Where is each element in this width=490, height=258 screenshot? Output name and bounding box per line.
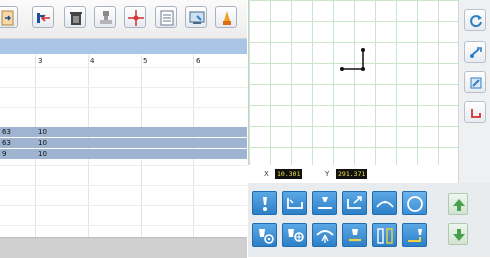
cell-col2: 10 [38,150,47,158]
path-point [340,67,344,71]
y-value: 291.371 [336,169,368,179]
path-corner-button[interactable] [282,191,307,215]
circle-icon [407,196,423,212]
coordinate-readout: X 10.301 Y 291.371 [248,165,457,183]
dispense-gear-alt-button[interactable] [282,223,307,247]
document-arrow-button[interactable] [0,6,18,28]
move-in-icon [37,13,50,23]
spray-icon [316,230,334,243]
x-label: X [264,170,269,178]
grid-header-bar [0,39,247,54]
arrow-up-icon [453,199,465,211]
row-divider [0,225,247,226]
move-up-button[interactable] [448,193,468,215]
arc-button[interactable] [372,191,397,215]
move-corner-icon [347,196,362,209]
refresh-button[interactable] [464,9,486,31]
tool-line-icon [318,197,332,209]
table-row[interactable]: 63 10 [0,127,247,137]
tool-point-icon [263,197,267,211]
column-header-3: 3 [38,57,43,65]
row-divider [0,185,247,186]
x-value: 10.301 [275,169,303,179]
arc-icon [376,200,394,208]
crosshair-icon [128,10,144,26]
row-divider [0,165,247,166]
row-divider [0,67,247,68]
path-point [361,67,365,71]
eraser-button[interactable] [464,71,486,93]
corner-fill-icon [408,229,422,242]
circle-button[interactable] [402,191,427,215]
warning-icon [223,11,231,25]
refresh-icon [470,15,482,28]
list-button[interactable] [155,6,177,28]
toolbar [0,0,247,39]
dispense-gear-button[interactable] [252,223,277,247]
stamp-icon [100,11,112,24]
corner-tool-icon [471,109,481,118]
shape-palette [248,183,490,257]
split-icon [377,228,393,244]
eraser-icon [470,77,482,89]
spray-button[interactable] [312,223,337,247]
trash-icon [70,12,82,25]
rotate-view-icon [470,47,482,58]
drawing-canvas[interactable] [248,0,458,165]
row-divider [0,87,247,88]
image-edit-icon [189,11,205,24]
split-button[interactable] [372,223,397,247]
stamp-button[interactable] [94,6,116,28]
delete-button[interactable] [64,6,86,28]
column-header-5: 5 [143,57,148,65]
cell-col1: 63 [2,128,11,136]
warning-button[interactable] [215,6,237,28]
crosshair-button[interactable] [124,6,146,28]
image-edit-button[interactable] [185,6,207,28]
move-down-button[interactable] [448,223,468,245]
dispense-gear-alt-icon [288,229,304,242]
cell-col2: 10 [38,128,47,136]
cell-col2: 10 [38,139,47,147]
column-header-4: 4 [90,57,95,65]
tool-point-button[interactable] [252,191,277,215]
table-row[interactable]: 9 10 [0,149,247,159]
document-arrow-icon [1,10,14,26]
side-panel [458,0,490,183]
y-label: Y [325,170,330,178]
row-divider [0,205,247,206]
arrow-down-icon [453,229,465,241]
fill-icon [349,229,361,242]
row-divider [0,107,247,108]
fill-button[interactable] [342,223,367,247]
app-window: 3 4 5 6 63 10 63 10 9 10 X 10.301 Y 291.… [0,0,490,258]
path-corner-icon [287,198,303,209]
column-header-6: 6 [196,57,201,65]
move-in-button[interactable] [32,6,54,28]
data-grid[interactable]: 3 4 5 6 63 10 63 10 9 10 [0,55,247,237]
corner-fill-button[interactable] [402,223,427,247]
move-corner-button[interactable] [342,191,367,215]
cell-col1: 9 [2,150,7,158]
path-point [361,48,365,52]
list-icon [160,10,174,26]
path-preview [340,48,365,71]
dispense-gear-icon [259,229,274,244]
tool-line-button[interactable] [312,191,337,215]
cell-col1: 63 [2,139,11,147]
table-row[interactable]: 63 10 [0,138,247,148]
corner-tool-button[interactable] [464,101,486,123]
grid-footer [0,237,247,258]
rotate-view-button[interactable] [464,41,486,63]
